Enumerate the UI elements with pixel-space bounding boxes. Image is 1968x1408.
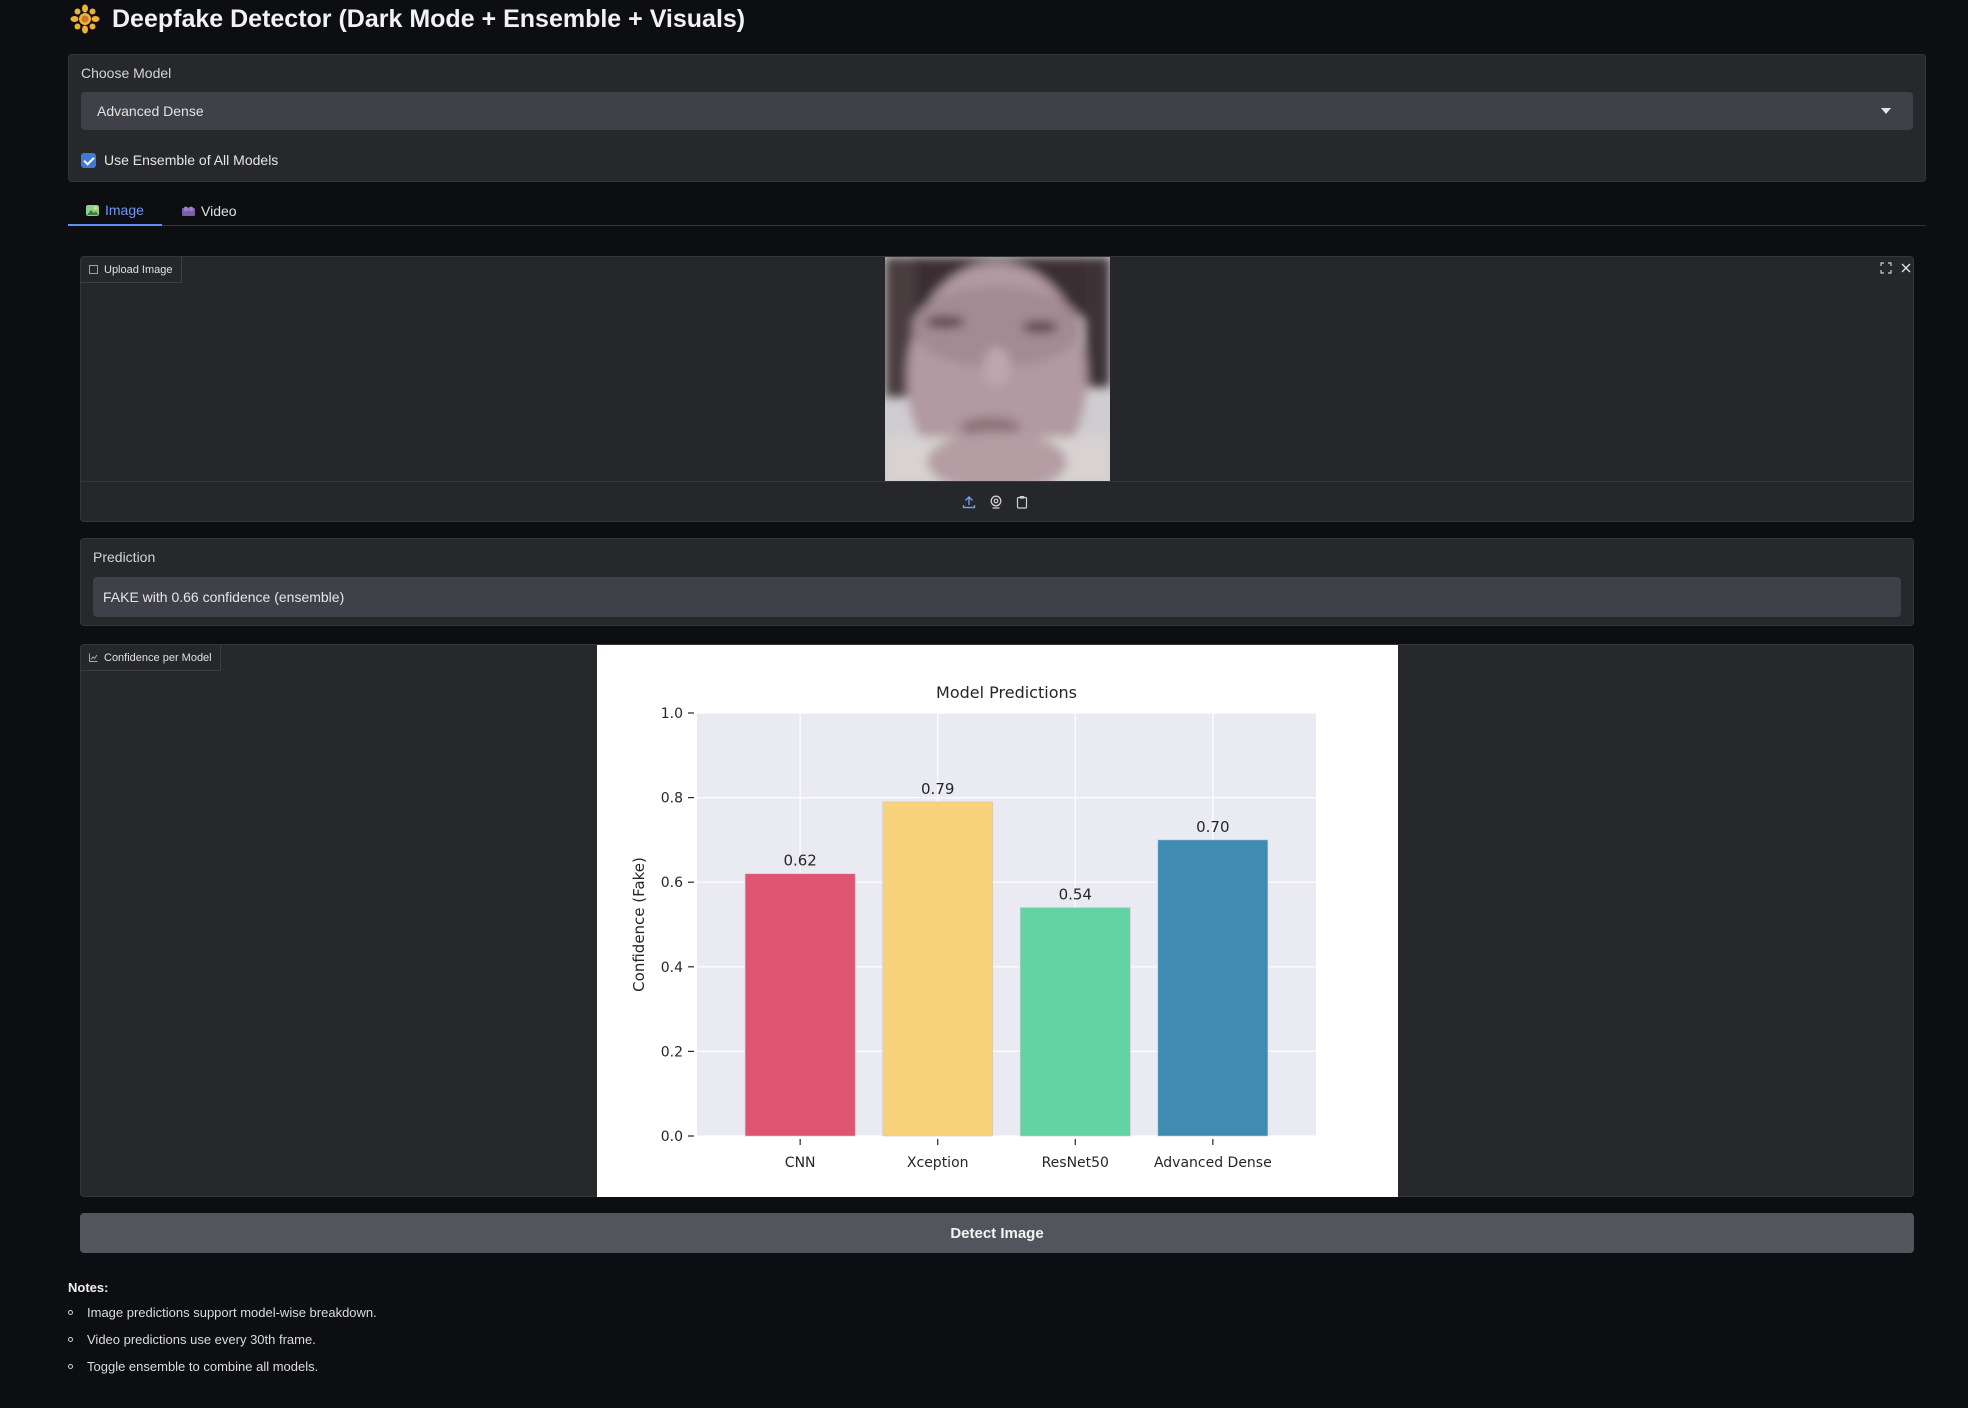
y-tick-label: 0.0 [661, 1129, 683, 1145]
webcam-icon[interactable] [989, 495, 1003, 509]
choose-model-label: Choose Model [81, 65, 172, 81]
notes-list: Image predictions support model-wise bre… [68, 1305, 377, 1386]
prediction-output: FAKE with 0.66 confidence (ensemble) [93, 577, 1901, 617]
notes-title: Notes: [68, 1280, 109, 1295]
y-tick-label: 0.6 [661, 875, 683, 891]
bar-resnet50 [1019, 907, 1131, 1137]
chart-icon [89, 653, 98, 662]
upload-image-badge: Upload Image [81, 257, 182, 283]
upload-image-label: Upload Image [104, 263, 173, 276]
tab-bar: Image Video [68, 196, 1926, 226]
tab-video-label: Video [201, 203, 237, 219]
tab-video[interactable]: Video [164, 196, 255, 226]
x-tick-label: Advanced Dense [1154, 1155, 1272, 1171]
chevron-down-icon [1881, 108, 1891, 114]
prediction-text: FAKE with 0.66 confidence (ensemble) [103, 589, 345, 605]
prediction-label: Prediction [93, 549, 156, 565]
confidence-chart-badge: Confidence per Model [81, 645, 221, 671]
y-axis-label: Confidence (Fake) [630, 857, 648, 992]
x-tick-label: ResNet50 [1042, 1155, 1109, 1171]
confidence-chart-panel: Confidence per Model 0.62 0.79 0.54 0.70 0.… [80, 644, 1914, 1197]
y-tick-label: 0.8 [661, 791, 683, 807]
title-row: Deepfake Detector (Dark Mode + Ensemble … [70, 0, 745, 38]
upload-image-panel[interactable]: Upload Image [80, 256, 1914, 522]
y-tick-label: 0.2 [661, 1044, 683, 1060]
page-title: Deepfake Detector (Dark Mode + Ensemble … [112, 4, 746, 33]
bar-value-label: 0.54 [1059, 886, 1092, 904]
model-dropdown[interactable]: Advanced Dense [81, 92, 1913, 130]
notes-section: Notes: Image predictions support model-w… [68, 1280, 377, 1386]
chart-title: Model Predictions [936, 683, 1077, 702]
note-item: Video predictions use every 30th frame. [68, 1332, 377, 1359]
bar-advanced-dense [1157, 839, 1269, 1137]
upload-icon[interactable] [962, 495, 976, 509]
sun-flower-icon [70, 4, 100, 34]
ensemble-checkbox-label: Use Ensemble of All Models [104, 152, 279, 168]
x-tick-label: Xception [907, 1155, 969, 1171]
y-tick-label: 1.0 [661, 706, 683, 722]
upload-source-toolbar [81, 481, 1913, 522]
bar-cnn [744, 873, 856, 1137]
prediction-panel: Prediction FAKE with 0.66 confidence (en… [80, 538, 1914, 626]
x-tick-label: CNN [785, 1155, 816, 1171]
model-predictions-bar-chart: 0.62 0.79 0.54 0.70 0.0 0.2 0.4 0.6 0.8 1.0 CNN Xc… [630, 683, 1316, 1171]
y-tick-label: 0.4 [661, 960, 683, 976]
tab-image-label: Image [105, 202, 144, 218]
model-settings-panel: Choose Model Advanced Dense Use Ensemble… [68, 54, 1926, 182]
clipboard-icon[interactable] [1015, 495, 1029, 509]
ensemble-toggle-row[interactable]: Use Ensemble of All Models [81, 152, 278, 168]
bar-xception [882, 801, 994, 1137]
image-icon [86, 204, 99, 216]
image-icon [89, 265, 98, 274]
bar-value-label: 0.70 [1196, 818, 1229, 836]
video-icon [182, 206, 195, 216]
tab-image[interactable]: Image [68, 196, 162, 226]
bar-value-label: 0.62 [783, 852, 816, 870]
note-item: Image predictions support model-wise bre… [68, 1305, 377, 1332]
note-item: Toggle ensemble to combine all models. [68, 1359, 377, 1386]
detect-image-button[interactable]: Detect Image [80, 1213, 1914, 1253]
close-icon[interactable] [1899, 261, 1913, 275]
model-dropdown-value: Advanced Dense [97, 103, 204, 119]
fullscreen-icon[interactable] [1879, 261, 1893, 275]
bar-value-label: 0.79 [921, 780, 954, 798]
ensemble-checkbox[interactable] [81, 152, 96, 168]
uploaded-face-image [885, 257, 1110, 481]
chart-canvas: 0.62 0.79 0.54 0.70 0.0 0.2 0.4 0.6 0.8 1.0 CNN Xc… [597, 645, 1398, 1197]
confidence-chart-label: Confidence per Model [104, 651, 212, 664]
